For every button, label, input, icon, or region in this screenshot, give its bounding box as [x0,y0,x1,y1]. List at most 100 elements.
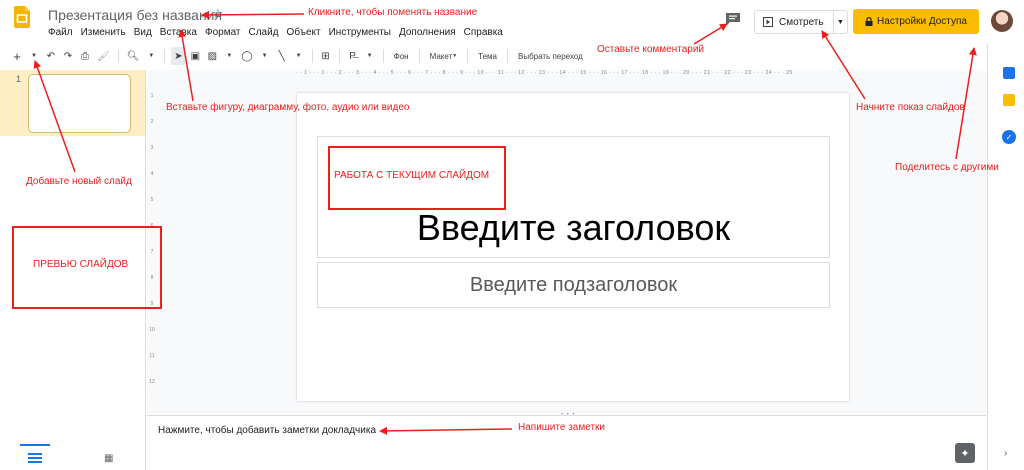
ruler-mark: · [151,366,153,372]
add-comment-button[interactable]: ⊞ [319,47,333,65]
paint-format-button-2[interactable]: P̶ [346,47,360,65]
current-slide-annotation: РАБОТА С ТЕКУЩИМ СЛАЙДОМ [334,170,490,181]
insert-annotation: Вставьте фигуру, диаграмму, фото, аудио … [166,102,410,113]
ruler-mark: 10 [149,327,155,333]
text-box-tool[interactable]: ▣ [188,47,202,65]
format-dropdown[interactable]: ▼ [363,47,377,65]
toolbar-divider [311,49,313,63]
rename-annotation: Кликните, чтобы поменять название [308,7,478,18]
share-button[interactable]: Настройки Доступа [853,9,979,34]
account-avatar[interactable] [991,10,1013,32]
menu-object[interactable]: Объект [287,27,321,38]
play-icon [763,17,773,27]
ruler-mark: 5 [150,197,154,203]
menu-bar: Файл Изменить Вид Вставка Формат Слайд О… [48,27,503,38]
layout-label: Макет [429,51,453,61]
new-slide-annotation: Добавьте новый слайд [26,176,132,187]
subtitle-placeholder[interactable]: Введите подзаголовок [317,262,830,308]
tasks-icon[interactable]: ✓ [1002,130,1016,144]
caret-down-icon: ▼ [148,53,155,59]
ruler-mark: · [151,340,153,346]
ruler-mark: · [151,210,153,216]
new-slide-button[interactable]: + [10,47,24,65]
ruler-mark: · [151,106,153,112]
explore-icon: ✦ [960,447,970,460]
format-icon: P̶ [349,50,356,62]
menu-file[interactable]: Файл [48,27,73,38]
horizontal-ruler: · · 1 · · · 1 · · · 2 · · · 3 · · · 4 · … [296,70,793,76]
toolbar-divider [382,49,384,63]
shape-tool[interactable]: ◯ [239,47,254,65]
comment-history-button[interactable] [722,8,744,30]
layout-button[interactable]: Макет ▼ [426,47,462,65]
slide-number: 1 [16,74,22,84]
lock-icon [865,17,873,26]
ruler-mark: 12 [149,379,155,385]
star-icon[interactable]: ☆ [212,6,224,22]
line-dropdown[interactable]: ▼ [292,47,306,65]
explore-button[interactable]: ✦ [955,443,975,463]
insert-image-button[interactable]: ▨ [205,47,219,65]
theme-button[interactable]: Тема [474,47,501,65]
caret-down-icon: ▼ [452,53,458,59]
grid-view-icon[interactable]: ▦ [104,453,113,464]
toolbar-divider [467,49,469,63]
menu-view[interactable]: Вид [134,27,152,38]
zoom-button[interactable]: 🔍︎ [125,47,142,65]
document-title[interactable]: Презентация без названия [48,7,222,23]
line-icon: ╲ [278,50,285,62]
undo-button[interactable]: ↶ [44,47,58,65]
ruler-mark: 3 [150,145,154,151]
comment-icon [726,13,740,26]
background-button[interactable]: Фон [390,47,413,65]
share-annotation: Поделитесь с другими [895,162,999,173]
keep-icon[interactable] [1003,94,1015,106]
redo-icon: ↷ [63,50,73,62]
side-panel [987,44,1024,470]
insert-image-dropdown[interactable]: ▼ [222,47,236,65]
share-label: Настройки Доступа [877,16,967,27]
present-button[interactable]: Смотреть [754,10,834,34]
shape-dropdown[interactable]: ▼ [258,47,272,65]
notes-annotation: Напишите заметки [518,422,605,433]
filmstrip-view-icon[interactable] [28,453,42,463]
ruler-mark: · [151,184,153,190]
menu-slide[interactable]: Слайд [249,27,279,38]
slide-thumbnail[interactable] [28,74,131,133]
menu-help[interactable]: Справка [464,27,503,38]
redo-button[interactable]: ↷ [61,47,75,65]
zoom-icon: 🔍︎ [126,50,140,62]
toolbar-divider [418,49,420,63]
toolbar-divider [338,49,340,63]
ruler-mark: 4 [150,171,154,177]
toolbar-divider [117,49,119,63]
paint-format-button[interactable]: 🖌 [95,47,112,65]
new-slide-dropdown[interactable]: ▼ [27,47,41,65]
menu-insert[interactable]: Вставка [160,27,197,38]
caret-down-icon: ▼ [295,53,302,59]
zoom-dropdown[interactable]: ▼ [144,47,158,65]
ruler-mark: · [151,158,153,164]
caret-down-icon: ▼ [366,53,373,59]
calendar-icon[interactable] [1003,67,1015,79]
present-label: Смотреть [779,16,824,28]
print-button[interactable]: ⎙ [78,47,92,65]
present-options-dropdown[interactable]: ▼ [834,10,848,34]
caret-down-icon: ▼ [837,18,844,26]
expand-side-panel-icon[interactable]: › [1004,448,1007,459]
present-annotation: Начните показ слайдов [856,102,965,113]
menu-addons[interactable]: Дополнения [399,27,456,38]
ruler-mark: · [151,314,153,320]
menu-format[interactable]: Формат [205,27,241,38]
toolbar-divider [507,49,508,63]
slides-logo-icon[interactable] [14,6,30,28]
transition-button[interactable]: Выбрать переход [514,47,587,65]
line-tool[interactable]: ╲ [275,47,289,65]
speaker-notes-placeholder[interactable]: Нажмите, чтобы добавить заметки докладчи… [158,425,376,436]
slides-editor: Презентация без названия ☆ Файл Изменить… [0,0,1024,470]
menu-edit[interactable]: Изменить [81,27,126,38]
toolbar-divider [164,49,166,63]
caret-down-icon: ▼ [261,53,268,59]
select-tool[interactable]: ➤ [171,47,186,65]
menu-tools[interactable]: Инструменты [329,27,391,38]
